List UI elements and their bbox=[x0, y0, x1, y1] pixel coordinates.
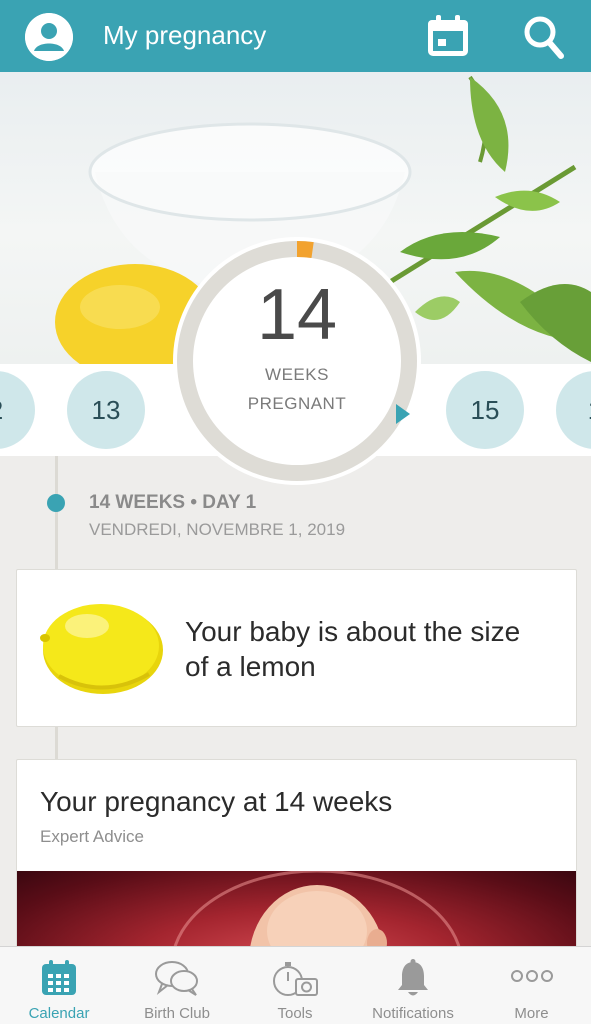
nav-label-calendar: Calendar bbox=[28, 1005, 90, 1022]
tools-icon bbox=[270, 959, 320, 1004]
bell-icon bbox=[395, 959, 431, 1004]
nav-tools[interactable]: Tools bbox=[236, 947, 354, 1024]
article-card[interactable]: Your pregnancy at 14 weeks Expert Advice bbox=[16, 759, 577, 959]
nav-label-birth-club: Birth Club bbox=[144, 1005, 210, 1022]
week-chip-next[interactable]: 15 bbox=[446, 371, 524, 449]
nav-label-tools: Tools bbox=[277, 1005, 313, 1022]
day-title: 14 WEEKS • DAY 1 bbox=[89, 492, 257, 513]
current-week-number: 14 bbox=[256, 275, 338, 355]
nav-birth-club[interactable]: Birth Club bbox=[118, 947, 236, 1024]
search-icon[interactable] bbox=[522, 12, 566, 60]
weeks-label: WEEKS bbox=[265, 365, 329, 384]
top-app-bar: My pregnancy bbox=[0, 0, 591, 72]
baby-size-text: Your baby is about the size of a lemon bbox=[185, 616, 521, 682]
article-title: Your pregnancy at 14 weeks bbox=[40, 786, 393, 817]
week-chip-prev[interactable]: 13 bbox=[67, 371, 145, 449]
more-icon bbox=[510, 969, 554, 988]
timeline-dot bbox=[47, 494, 65, 512]
pregnancy-progress-ring[interactable]: 14 WEEKS PREGNANT bbox=[172, 236, 422, 486]
week-chip-prev-2[interactable]: 2 bbox=[0, 371, 35, 449]
calendar-icon[interactable] bbox=[424, 12, 472, 60]
calendar-icon bbox=[40, 959, 78, 1002]
pregnant-label: PREGNANT bbox=[247, 394, 347, 413]
nav-notifications[interactable]: Notifications bbox=[354, 947, 472, 1024]
bottom-navigation: Calendar Birth Club Tools Notifications … bbox=[0, 946, 591, 1024]
week-chip-next-2[interactable]: 1 bbox=[556, 371, 591, 449]
page-title: My pregnancy bbox=[103, 20, 267, 50]
baby-size-card[interactable]: Your baby is about the size of a lemon bbox=[16, 569, 577, 727]
article-subtitle: Expert Advice bbox=[40, 827, 144, 846]
nav-more[interactable]: More bbox=[472, 947, 591, 1024]
day-date: VENDREDI, NOVEMBRE 1, 2019 bbox=[89, 520, 346, 539]
nav-label-notifications: Notifications bbox=[372, 1005, 454, 1022]
nav-calendar[interactable]: Calendar bbox=[0, 947, 118, 1024]
chat-bubbles-icon bbox=[154, 959, 200, 1002]
lemon-icon bbox=[39, 596, 167, 698]
avatar-icon[interactable] bbox=[25, 13, 73, 61]
nav-label-more: More bbox=[514, 1005, 549, 1022]
